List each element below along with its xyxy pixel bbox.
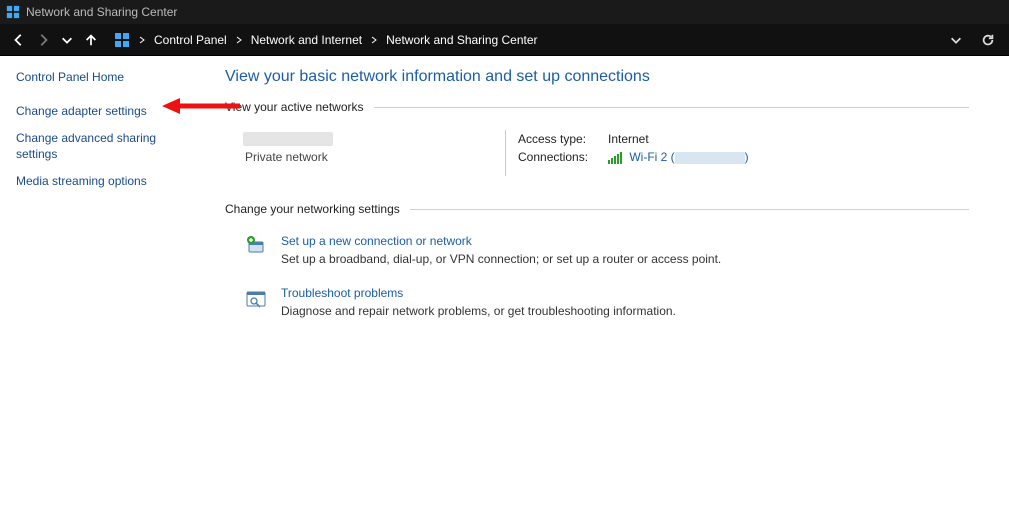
network-type: Private network — [245, 150, 505, 164]
access-type-value: Internet — [608, 132, 649, 146]
up-button[interactable] — [80, 29, 102, 51]
chevron-right-icon[interactable] — [136, 36, 148, 44]
new-connection-icon — [245, 236, 267, 258]
ssid-redacted — [675, 152, 745, 164]
troubleshoot-link[interactable]: Troubleshoot problems — [281, 286, 676, 300]
vertical-divider — [505, 130, 506, 176]
chevron-right-icon[interactable] — [233, 36, 245, 44]
breadcrumb-segment[interactable]: Network and Sharing Center — [382, 31, 541, 49]
refresh-button[interactable] — [977, 29, 999, 51]
address-dropdown-button[interactable] — [945, 29, 967, 51]
network-name-redacted — [243, 132, 333, 146]
breadcrumb-segment[interactable]: Control Panel — [150, 31, 231, 49]
setup-connection-desc: Set up a broadband, dial-up, or VPN conn… — [281, 252, 721, 266]
troubleshoot-desc: Diagnose and repair network problems, or… — [281, 304, 676, 318]
sidebar: Control Panel Home Change adapter settin… — [0, 56, 205, 508]
network-center-icon — [114, 32, 130, 48]
window-title: Network and Sharing Center — [26, 5, 177, 19]
connection-link[interactable]: Wi-Fi 2 () — [629, 150, 748, 164]
page-title: View your basic network information and … — [225, 68, 969, 86]
breadcrumb-segment[interactable]: Network and Internet — [247, 31, 366, 49]
connections-label: Connections: — [518, 150, 608, 164]
sidebar-link-media-streaming[interactable]: Media streaming options — [16, 174, 189, 190]
troubleshoot-icon — [245, 288, 267, 310]
chevron-right-icon[interactable] — [368, 36, 380, 44]
sidebar-link-change-adapter[interactable]: Change adapter settings — [16, 104, 189, 120]
divider — [410, 209, 969, 210]
main-panel: View your basic network information and … — [205, 56, 1009, 508]
divider — [374, 107, 969, 108]
network-center-icon — [6, 5, 20, 19]
back-button[interactable] — [8, 29, 30, 51]
networking-settings-header: Change your networking settings — [225, 202, 400, 216]
active-networks-header: View your active networks — [225, 100, 364, 114]
window-titlebar: Network and Sharing Center — [0, 0, 1009, 24]
wifi-signal-icon — [608, 150, 622, 164]
access-type-label: Access type: — [518, 132, 608, 146]
recent-locations-button[interactable] — [56, 29, 78, 51]
breadcrumb: Control Panel Network and Internet Netwo… — [114, 31, 945, 49]
setup-connection-link[interactable]: Set up a new connection or network — [281, 234, 721, 248]
forward-button[interactable] — [32, 29, 54, 51]
nav-toolbar: Control Panel Network and Internet Netwo… — [0, 24, 1009, 56]
sidebar-link-advanced-sharing[interactable]: Change advanced sharing settings — [16, 131, 189, 162]
control-panel-home-link[interactable]: Control Panel Home — [16, 70, 189, 86]
